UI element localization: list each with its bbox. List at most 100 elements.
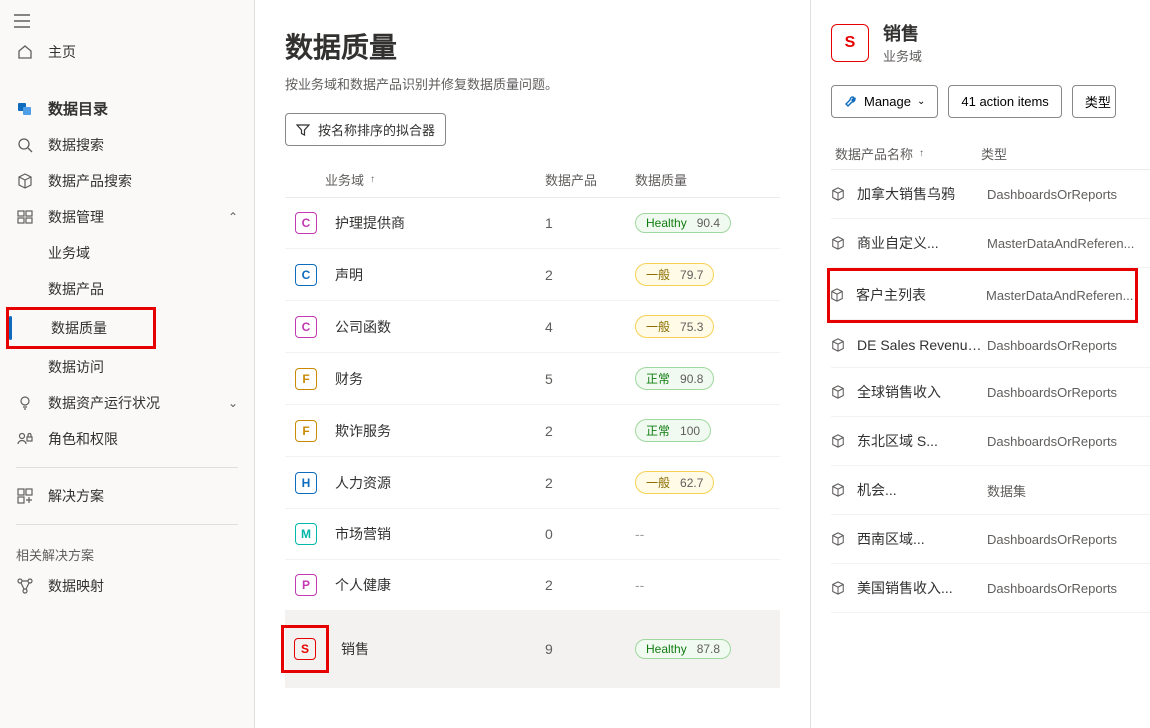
filter-sort-button[interactable]: 按名称排序的拟合器 [285, 113, 446, 146]
domain-letter-badge: F [295, 420, 317, 442]
domain-letter-badge: M [295, 523, 317, 545]
product-row[interactable]: 商业自定义...MasterDataAndReferen... [831, 219, 1150, 268]
nav-data-manage[interactable]: 数据管理 ⌃ [0, 199, 254, 235]
quality-pill: Healthy90.4 [635, 213, 731, 233]
nav-product-search[interactable]: 数据产品搜索 [0, 163, 254, 199]
quality-pill: 一般 79.7 [635, 263, 714, 286]
nav-label: 数据管理 [48, 207, 214, 227]
nav-label: 主页 [48, 42, 238, 62]
domain-letter-badge: P [295, 574, 317, 596]
product-type: MasterDataAndReferen... [986, 288, 1135, 303]
sidebar: 主页 数据目录 数据搜索 数据产品搜索 数据管理 ⌃ 业务域 数据产品 数据质量… [0, 0, 255, 728]
nav-catalog-section[interactable]: 数据目录 [0, 88, 254, 127]
product-row[interactable]: 客户主列表MasterDataAndReferen... [830, 271, 1135, 320]
home-icon [16, 43, 34, 61]
nav-label: 数据访问 [48, 357, 238, 377]
nav-business-domain[interactable]: 业务域 [0, 235, 254, 271]
domain-row[interactable]: C护理提供商1Healthy90.4 [285, 198, 780, 249]
nav-data-product[interactable]: 数据产品 [0, 271, 254, 307]
nav-label: 解决方案 [48, 486, 238, 506]
highlight-box-product: 客户主列表MasterDataAndReferen... [827, 268, 1138, 323]
domain-row[interactable]: M市场营销0-- [285, 509, 780, 560]
nav-data-quality[interactable]: 数据质量 [9, 310, 153, 346]
cube-icon [16, 172, 34, 190]
product-type: DashboardsOrReports [987, 338, 1150, 353]
product-type: DashboardsOrReports [987, 434, 1150, 449]
product-name: 加拿大销售乌鸦 [857, 184, 987, 204]
nav-label: 数据搜索 [48, 135, 238, 155]
col-quality-label[interactable]: 数据质量 [635, 170, 755, 189]
col-product-type[interactable]: 类型 [981, 144, 1150, 163]
nav-divider [16, 524, 238, 525]
nav-data-access[interactable]: 数据访问 [0, 349, 254, 385]
product-type: DashboardsOrReports [987, 187, 1150, 202]
nav-home[interactable]: 主页 [0, 34, 254, 70]
nav-data-search[interactable]: 数据搜索 [0, 127, 254, 163]
product-name: DE Sales Revenue In... [857, 337, 987, 353]
hamburger-icon[interactable] [0, 8, 254, 34]
product-type: 数据集 [987, 481, 1150, 500]
grid-icon [16, 487, 34, 505]
product-table-body: 加拿大销售乌鸦DashboardsOrReports商业自定义...Master… [831, 170, 1150, 613]
domain-letter-badge: C [295, 316, 317, 338]
nav-solutions[interactable]: 解决方案 [0, 478, 254, 514]
domain-name: 销售 [341, 639, 545, 659]
domain-row[interactable]: C公司函数4一般75.3 [285, 301, 780, 353]
col-product-name[interactable]: 数据产品名称 [835, 144, 913, 163]
cube-icon [831, 385, 847, 399]
cube-icon [831, 236, 847, 250]
type-filter-button[interactable]: 类型 [1072, 85, 1116, 118]
domain-table-header: 业务域 ↑ 数据产品 数据质量 [285, 162, 780, 198]
domain-count: 2 [545, 475, 635, 491]
chevron-down-icon: ⌄ [228, 396, 238, 410]
product-type: DashboardsOrReports [987, 581, 1150, 596]
nav-label: 数据资产运行状况 [48, 393, 214, 413]
search-icon [16, 136, 34, 154]
product-name: 商业自定义... [857, 233, 987, 253]
domain-row[interactable]: F欺诈服务2正常100 [285, 405, 780, 457]
quality-label: 一般 [646, 266, 670, 283]
product-row[interactable]: 西南区域...DashboardsOrReports [831, 515, 1150, 564]
product-row[interactable]: 美国销售收入...DashboardsOrReports [831, 564, 1150, 613]
quality-value: 87.8 [697, 642, 720, 656]
detail-panel: S 销售 业务域 Manage ⌄ 41 action items 类型 数据产… [810, 0, 1150, 728]
panel-subtitle: 业务域 [883, 46, 922, 65]
manage-button[interactable]: Manage ⌄ [831, 85, 938, 118]
product-row[interactable]: 加拿大销售乌鸦DashboardsOrReports [831, 170, 1150, 219]
quality-pill: 一般62.7 [635, 471, 714, 494]
domain-name: 市场营销 [335, 524, 545, 544]
domain-letter-badge: F [295, 368, 317, 390]
product-name: 全球销售收入 [857, 382, 987, 402]
domain-row[interactable]: F财务5正常90.8 [285, 353, 780, 405]
product-type: DashboardsOrReports [987, 532, 1150, 547]
quality-value: 79.7 [680, 268, 703, 282]
manage-icon [16, 208, 34, 226]
nav-label: 数据产品 [48, 279, 238, 299]
nav-roles[interactable]: 角色和权限 [0, 421, 254, 457]
chevron-down-icon: ⌄ [917, 96, 925, 107]
col-domain-label[interactable]: 业务域 [325, 170, 364, 189]
product-row[interactable]: 东北区域 S...DashboardsOrReports [831, 417, 1150, 466]
mapping-icon [16, 577, 34, 595]
cube-icon [831, 338, 847, 352]
domain-count: 2 [545, 423, 635, 439]
nav-data-mapping[interactable]: 数据映射 [0, 568, 254, 604]
domain-name: 人力资源 [335, 473, 545, 493]
nav-divider [16, 467, 238, 468]
product-row[interactable]: 机会...数据集 [831, 466, 1150, 515]
product-table-header: 数据产品名称 ↑ 类型 [831, 138, 1150, 170]
product-row[interactable]: DE Sales Revenue In...DashboardsOrReport… [831, 323, 1150, 368]
product-name: 机会... [857, 480, 987, 500]
domain-row[interactable]: P个人健康2-- [285, 560, 780, 611]
product-row[interactable]: 全球销售收入DashboardsOrReports [831, 368, 1150, 417]
action-items-button[interactable]: 41 action items [948, 85, 1061, 118]
domain-row[interactable]: C声明2一般79.7 [285, 249, 780, 301]
col-count-label[interactable]: 数据产品 [545, 170, 635, 189]
quality-pill: 正常90.8 [635, 367, 714, 390]
nav-asset-status[interactable]: 数据资产运行状况 ⌄ [0, 385, 254, 421]
quality-label: Healthy [646, 216, 687, 230]
domain-row[interactable]: S销售9Healthy87.8 [285, 611, 780, 688]
quality-pill: Healthy87.8 [635, 639, 731, 659]
domain-letter-badge: S [294, 638, 316, 660]
domain-row[interactable]: H人力资源2一般62.7 [285, 457, 780, 509]
